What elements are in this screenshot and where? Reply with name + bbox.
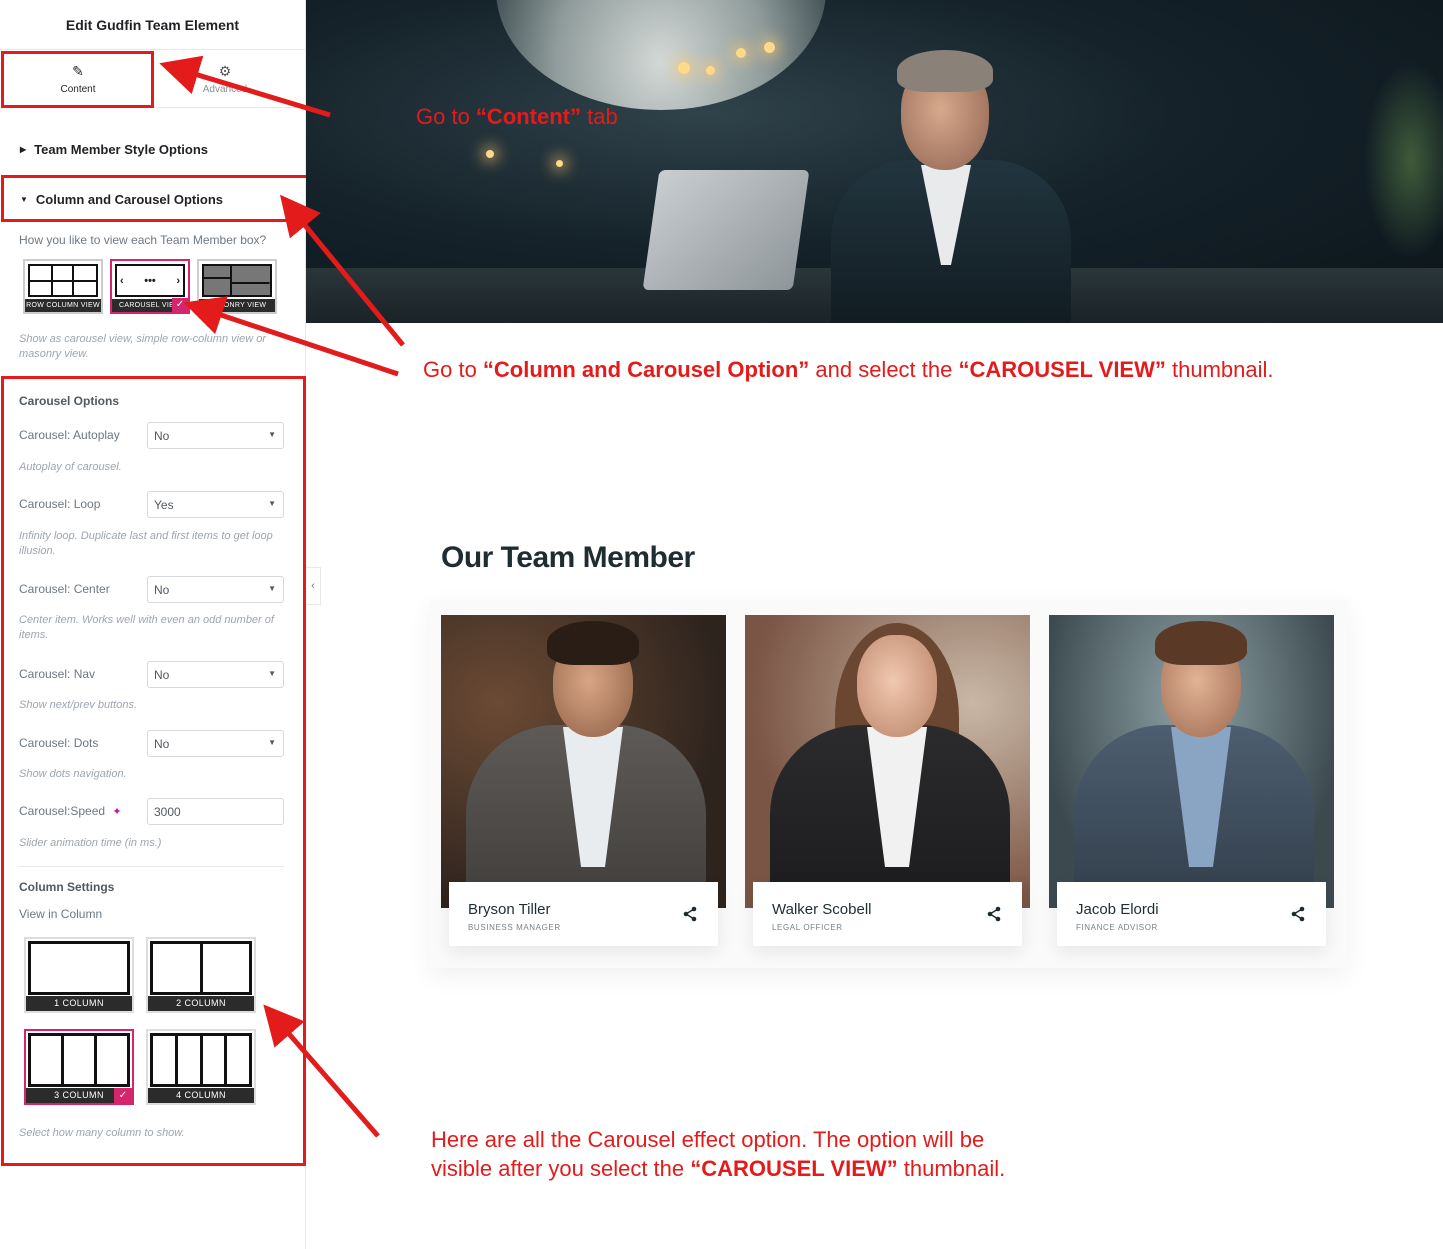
view-question: How you like to view each Team Member bo… bbox=[19, 233, 267, 247]
member-photo bbox=[441, 615, 726, 908]
light-bulb bbox=[486, 150, 494, 158]
hero-image bbox=[306, 0, 1443, 323]
member-name: Bryson Tiller bbox=[468, 901, 551, 918]
note-content-tab: Go to “Content” tab bbox=[416, 104, 618, 129]
member-role: BUSINESS MANAGER bbox=[468, 923, 561, 932]
highlight-content-tab bbox=[1, 51, 154, 108]
member-role: FINANCE ADVISOR bbox=[1076, 923, 1158, 932]
chevron-left-icon: ‹ bbox=[311, 580, 315, 592]
masonry-view-thumbnail[interactable]: MASONRY VIEW bbox=[197, 259, 277, 314]
row-column-view-thumbnail[interactable]: ROW COLUMN VIEW bbox=[23, 259, 103, 314]
tab-advanced[interactable]: ⚙ Advanced bbox=[150, 50, 300, 108]
plant bbox=[1363, 60, 1443, 260]
member-info-card: Walker Scobell LEGAL OFFICER bbox=[753, 882, 1022, 946]
businessman bbox=[801, 40, 1081, 323]
laptop bbox=[642, 170, 810, 290]
view-help: Show as carousel view, simple row-column… bbox=[19, 333, 266, 360]
share-icon[interactable] bbox=[986, 906, 1002, 922]
view-caption: MASONRY VIEW bbox=[199, 299, 275, 312]
carousel-view-thumbnail[interactable]: ‹ ••• › CAROUSEL VIEW ✓ bbox=[110, 259, 190, 314]
pendant-lamp bbox=[496, 0, 826, 110]
share-icon[interactable] bbox=[682, 906, 698, 922]
team-member-card: Walker Scobell LEGAL OFFICER bbox=[745, 615, 1030, 955]
member-photo bbox=[745, 615, 1030, 908]
light-bulb bbox=[736, 48, 746, 58]
tab-advanced-label: Advanced bbox=[202, 83, 248, 95]
section-team-style[interactable]: ▶ Team Member Style Options bbox=[20, 142, 208, 157]
light-bulb bbox=[678, 62, 690, 74]
check-icon: ✓ bbox=[172, 298, 188, 312]
row-column-grid-icon bbox=[28, 264, 98, 297]
masonry-grid-icon bbox=[202, 264, 272, 297]
note-all-options: Here are all the Carousel effect option.… bbox=[431, 1127, 1006, 1181]
highlight-carousel-options bbox=[1, 376, 306, 1166]
team-member-card: Jacob Elordi FINANCE ADVISOR bbox=[1049, 615, 1334, 955]
panel-title: Edit Gudfin Team Element bbox=[0, 0, 305, 50]
team-member-card: Bryson Tiller BUSINESS MANAGER bbox=[441, 615, 726, 955]
view-caption: ROW COLUMN VIEW bbox=[25, 299, 101, 312]
member-name: Walker Scobell bbox=[772, 901, 872, 918]
caret-right-icon: ▶ bbox=[20, 145, 27, 154]
carousel-grid-icon: ‹ ••• › bbox=[115, 264, 185, 297]
light-bulb bbox=[764, 42, 775, 53]
member-photo bbox=[1049, 615, 1334, 908]
member-info-card: Bryson Tiller BUSINESS MANAGER bbox=[449, 882, 718, 946]
highlight-column-carousel-section bbox=[1, 175, 309, 222]
panel-collapse-handle[interactable]: ‹ bbox=[306, 567, 321, 605]
share-icon[interactable] bbox=[1290, 906, 1306, 922]
member-name: Jacob Elordi bbox=[1076, 901, 1159, 918]
light-bulb bbox=[706, 66, 715, 75]
note-carousel-option: Go to “Column and Carousel Option” and s… bbox=[423, 357, 1274, 382]
section-team-style-label: Team Member Style Options bbox=[34, 142, 209, 157]
member-info-card: Jacob Elordi FINANCE ADVISOR bbox=[1057, 882, 1326, 946]
team-section-title: Our Team Member bbox=[441, 541, 695, 574]
member-role: LEGAL OFFICER bbox=[772, 923, 843, 932]
gear-icon: ⚙ bbox=[218, 62, 232, 79]
light-bulb bbox=[556, 160, 563, 167]
